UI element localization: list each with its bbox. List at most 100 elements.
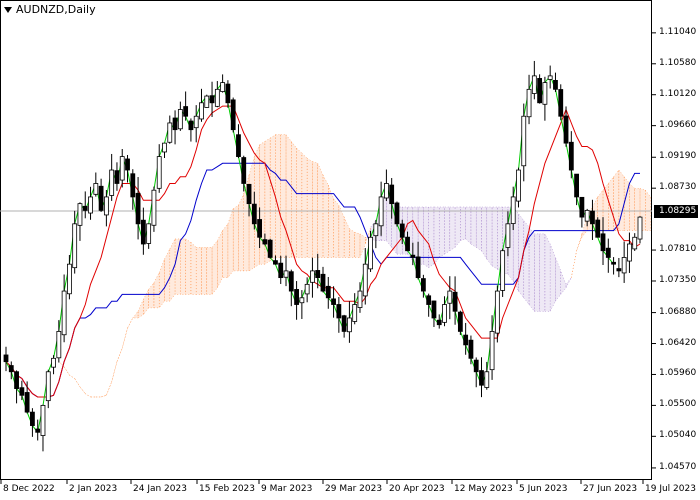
candle-body <box>230 99 236 131</box>
cloud-segment-bearish <box>475 206 482 252</box>
candle-body <box>114 170 120 184</box>
candle-body <box>183 106 189 117</box>
date-tick-label: 8 Dec 2022 <box>3 484 55 494</box>
candle-body <box>452 291 458 312</box>
cloud-segment-bearish <box>528 226 535 312</box>
cloud-segment-bullish <box>101 395 107 398</box>
cloud-segment-bullish <box>227 208 234 279</box>
candle-body <box>484 371 490 388</box>
cloud-segment-bearish <box>465 206 472 245</box>
dropdown-triangle-icon[interactable] <box>4 6 12 13</box>
candle-body <box>442 304 447 323</box>
cloud-segment-bullish <box>645 189 651 231</box>
candle-body <box>500 250 506 291</box>
cloud-segment-bullish <box>190 241 197 295</box>
cloud-segment-bullish <box>211 239 218 296</box>
candle-body <box>156 156 162 189</box>
candle-body <box>420 278 426 292</box>
candle-body <box>177 109 183 130</box>
cloud-segment-bullish <box>206 247 213 295</box>
cloud-segment-bullish <box>217 230 223 288</box>
cloud-segment-bullish <box>613 169 620 231</box>
cloud-segment-bearish <box>549 243 556 312</box>
candle-body <box>93 183 99 195</box>
candle-body <box>8 365 14 373</box>
candle-body <box>225 83 231 104</box>
candle-body <box>162 142 167 153</box>
cloud-segment-bearish <box>555 257 561 302</box>
cloud-segment-bullish <box>137 299 144 319</box>
cloud-segment-bullish <box>301 152 308 258</box>
candle-body <box>489 331 495 371</box>
current-price-tag: 1.08295 <box>654 205 698 218</box>
cloud-segment-bullish <box>185 238 192 295</box>
cloud-segment-bullish <box>111 361 118 382</box>
candle-body <box>526 88 532 118</box>
candle-body <box>251 203 257 225</box>
chart-title[interactable]: AUDNZD,Daily <box>4 3 96 16</box>
cloud-segment-bearish <box>481 206 488 260</box>
cloud-segment-bearish <box>460 206 466 241</box>
candle-body <box>103 196 109 216</box>
cloud-segment-bullish <box>116 348 123 362</box>
candle-body <box>325 285 331 299</box>
price-tick-label: 1.08730 <box>659 182 697 193</box>
candle-body <box>357 290 363 308</box>
chart-window[interactable]: AUDNZD,Daily 1.11040 1.10580 1.10120 1.0966… <box>0 0 700 500</box>
candle-body <box>236 134 241 157</box>
cloud-segment-bullish <box>74 378 81 388</box>
cloud-segment-bearish <box>491 206 498 270</box>
date-tick-label: 27 Jun 2023 <box>583 484 638 494</box>
price-chart[interactable] <box>0 0 700 500</box>
cloud-segment-bullish <box>359 233 366 258</box>
cloud-segment-bullish <box>312 161 318 258</box>
candle-body <box>61 290 67 336</box>
candle-body <box>521 115 527 167</box>
cloud-segment-bearish <box>534 233 540 312</box>
cloud-segment-bearish <box>444 206 451 255</box>
price-tick-label: 1.09660 <box>659 119 697 130</box>
cloud-segment-bullish <box>343 216 350 258</box>
candle-body <box>193 115 199 129</box>
price-tick-label: 1.06880 <box>659 306 697 317</box>
candle-body <box>130 173 136 198</box>
cloud-segment-bullish <box>629 182 635 231</box>
cloud-segment-bearish <box>565 277 572 288</box>
symbol-timeframe-label: AUDNZD,Daily <box>16 3 96 16</box>
cloud-segment-bearish <box>454 206 461 249</box>
cloud-segment-bullish <box>354 231 361 258</box>
price-tick-label: 1.10580 <box>659 57 697 68</box>
candle-body <box>494 290 500 334</box>
cloud-segment-bullish <box>576 233 583 251</box>
candle-body <box>383 183 389 199</box>
price-tick-label: 1.11040 <box>659 26 697 37</box>
candle-body <box>616 268 622 272</box>
candle-body <box>568 141 574 171</box>
candle-body <box>389 184 395 205</box>
cloud-segment-bullish <box>306 157 313 258</box>
cloud-segment-bullish <box>296 147 303 258</box>
cloud-segment-bullish <box>85 393 91 398</box>
cloud-segment-bullish <box>195 247 202 295</box>
price-tick-label: 1.05960 <box>659 368 697 379</box>
candle-body <box>510 196 516 224</box>
price-tick-label: 1.06420 <box>659 337 697 348</box>
candle-body <box>373 223 379 237</box>
candle-body <box>558 89 564 117</box>
candle-body <box>553 79 558 90</box>
cloud-segment-bullish <box>571 250 577 278</box>
candle-body <box>463 334 469 346</box>
cloud-segment-bullish <box>79 386 86 394</box>
candle-body <box>331 298 336 305</box>
cloud-segment-bullish <box>127 317 134 329</box>
date-tick-label: 24 Jan 2023 <box>133 484 187 494</box>
candle-body <box>579 196 585 218</box>
candle-body <box>605 247 611 258</box>
cloud-segment-bullish <box>317 163 324 258</box>
candle-body <box>278 262 284 279</box>
cloud-segment-bullish <box>201 247 208 295</box>
candle-body <box>468 339 474 359</box>
candle-body <box>347 317 352 333</box>
candle-body <box>621 257 627 274</box>
candle-body <box>368 236 373 270</box>
